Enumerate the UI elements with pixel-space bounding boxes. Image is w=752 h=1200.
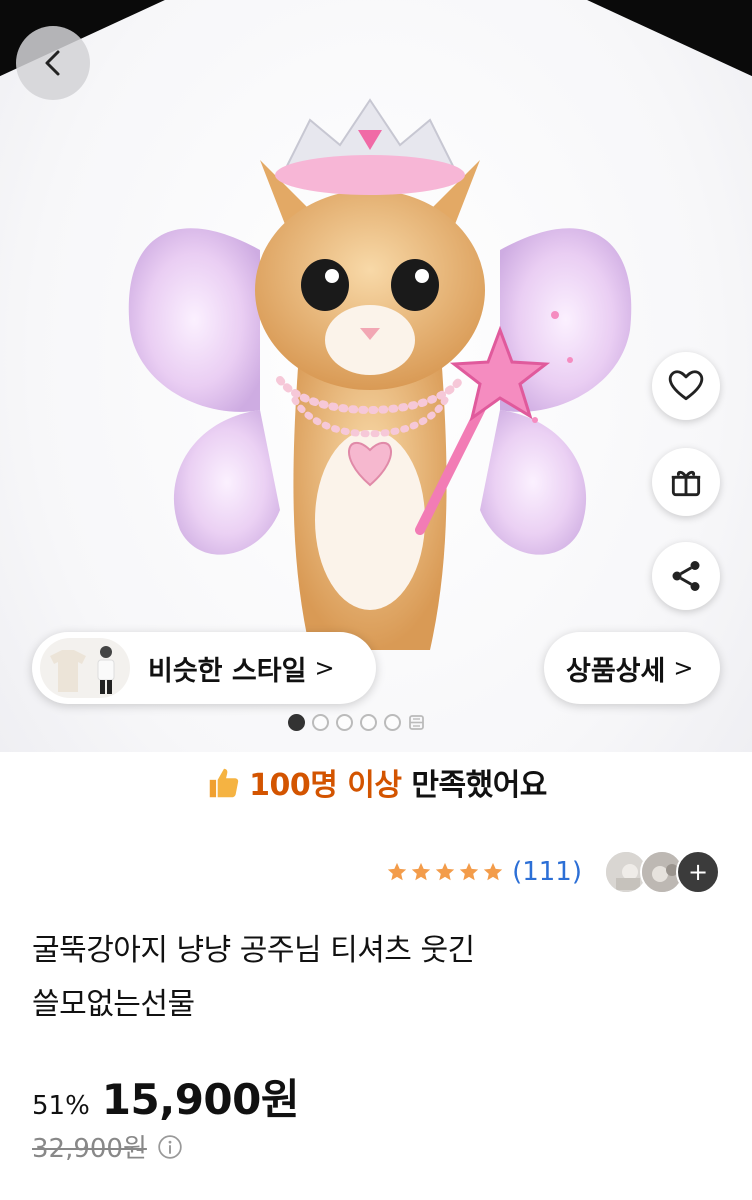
carousel-dot[interactable] (288, 714, 305, 731)
star-rating (386, 861, 504, 883)
star-icon (387, 862, 407, 881)
discount-rate: 51% (32, 1091, 90, 1121)
product-detail-button[interactable]: 상품상세 > (544, 632, 720, 704)
chevron-right-icon: > (314, 654, 335, 682)
grid-icon[interactable] (408, 714, 425, 731)
carousel-dot[interactable] (312, 714, 329, 731)
share-icon (672, 561, 700, 591)
similar-style-button[interactable]: 비슷한 스타일 > (32, 632, 376, 704)
satisfaction-text: 만족했어요 (401, 768, 547, 803)
heart-icon (668, 370, 704, 401)
star-icon (483, 862, 503, 881)
star-icon (411, 862, 431, 881)
product-image-carousel[interactable]: 비슷한 스타일 > 상품상세 > (0, 0, 752, 752)
info-icon[interactable] (157, 1134, 183, 1160)
star-icon (435, 862, 455, 881)
thumbs-up-icon (209, 768, 239, 798)
gift-button[interactable] (652, 448, 720, 516)
more-reviews-button[interactable]: + (676, 850, 720, 894)
price-row: 51% 15,900원 (32, 1066, 300, 1127)
carousel-dot[interactable] (336, 714, 353, 731)
carousel-dot[interactable] (360, 714, 377, 731)
gift-icon (671, 470, 701, 497)
satisfaction-banner: 100명 이상 만족했어요 (0, 760, 752, 804)
similar-style-label: 비슷한 스타일 (148, 655, 307, 687)
product-title-line: 굴뚝강아지 냥냥 공주님 티셔츠 웃긴 (32, 933, 475, 968)
product-detail-label: 상품상세 (566, 655, 666, 687)
review-count[interactable]: (111) (512, 857, 582, 887)
rating-summary[interactable]: (111) + (386, 850, 720, 894)
plus-icon: + (687, 858, 709, 886)
similar-style-thumbnail (40, 638, 130, 698)
back-icon (45, 50, 60, 76)
share-button[interactable] (652, 542, 720, 610)
carousel-indicator[interactable] (288, 714, 425, 731)
satisfaction-highlight: 100명 이상 (249, 768, 402, 803)
fairy-cat-print (128, 98, 632, 650)
original-price: 32,900원 (32, 1134, 147, 1164)
wishlist-button[interactable] (652, 352, 720, 420)
star-icon (459, 862, 479, 881)
product-title: 굴뚝강아지 냥냥 공주님 티셔츠 웃긴 쓸모없는선물 (32, 924, 672, 1032)
sale-price: 15,900원 (101, 1075, 300, 1124)
original-price-row: 32,900원 (32, 1128, 183, 1165)
back-button[interactable] (16, 26, 90, 100)
review-photo-avatars[interactable]: + (604, 850, 720, 894)
carousel-dot[interactable] (384, 714, 401, 731)
product-title-line: 쓸모없는선물 (32, 987, 195, 1022)
chevron-right-icon: > (673, 654, 694, 682)
